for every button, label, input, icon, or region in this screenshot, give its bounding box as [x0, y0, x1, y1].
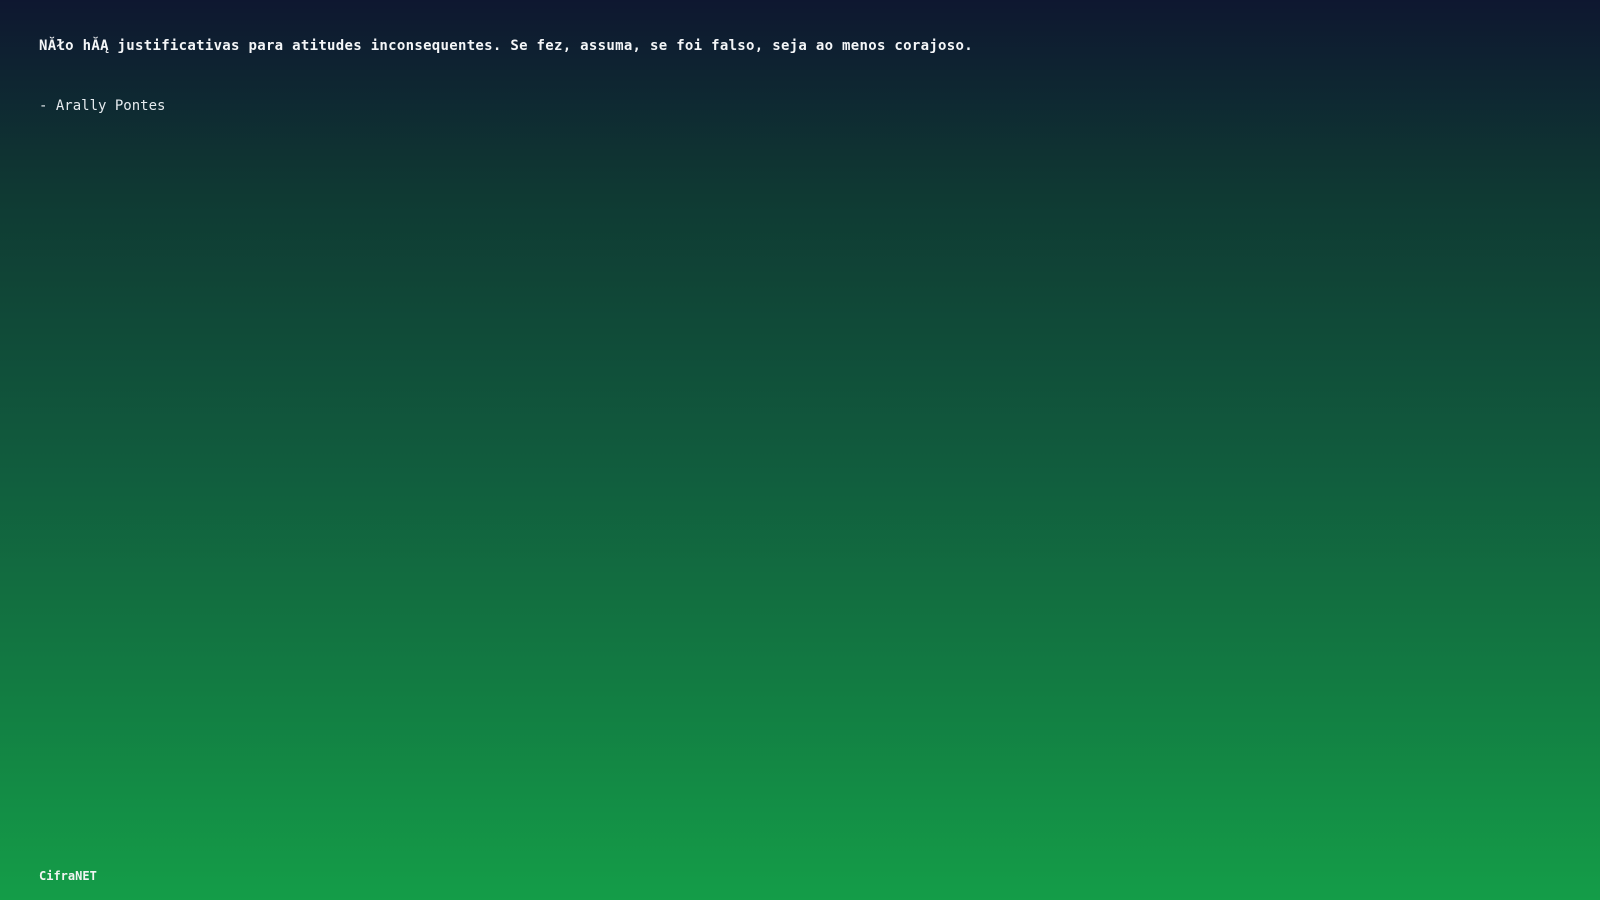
quote-text: NĂło hĂĄ justificativas para atitudes in… — [39, 38, 973, 54]
quote-screen: { "quote": { "text": "NĂło hĂĄ justifica… — [0, 0, 1600, 900]
brand-label: CifraNET — [39, 869, 97, 883]
quote-author: - Arally Pontes — [39, 98, 166, 114]
